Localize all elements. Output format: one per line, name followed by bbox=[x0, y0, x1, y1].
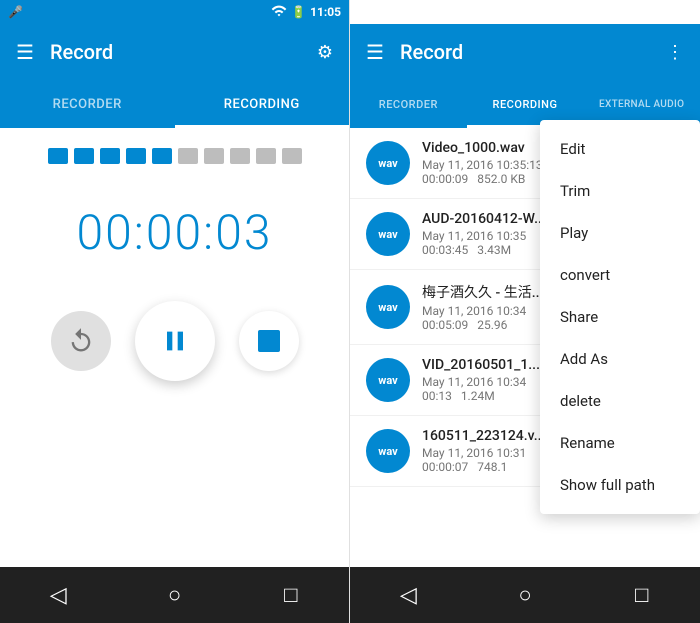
wav-badge-2: wav bbox=[366, 212, 410, 256]
wav-badge-4: wav bbox=[366, 358, 410, 402]
right-appbar: ☰ Record ⋮ bbox=[350, 24, 700, 80]
context-menu-item-1[interactable]: Trim bbox=[540, 170, 700, 212]
level-bar-6 bbox=[178, 148, 198, 164]
tab-recording-left[interactable]: RECORDING bbox=[175, 80, 350, 128]
level-bar-9 bbox=[256, 148, 276, 164]
battery-icon: 🔋 bbox=[291, 5, 306, 19]
right-menu-button[interactable]: ☰ bbox=[366, 40, 384, 64]
right-more-button[interactable]: ⋮ bbox=[666, 42, 684, 63]
context-menu-item-8[interactable]: Show full path bbox=[540, 464, 700, 506]
wav-badge-1: wav bbox=[366, 141, 410, 185]
context-menu-item-2[interactable]: Play bbox=[540, 212, 700, 254]
level-bar-5 bbox=[152, 148, 172, 164]
context-menu: EditTrimPlayconvertShareAdd AsdeleteRena… bbox=[540, 120, 700, 514]
context-menu-item-7[interactable]: Rename bbox=[540, 422, 700, 464]
stop-icon bbox=[258, 330, 280, 352]
recording-timer: 00:00:03 bbox=[77, 204, 273, 261]
level-bar-7 bbox=[204, 148, 224, 164]
left-panel: 🎤 🔋 11:05 ☰ Record ⚙ RECORDER RECORDING bbox=[0, 0, 350, 623]
left-appbar: ☰ Record ⚙ bbox=[0, 24, 349, 80]
level-bars bbox=[48, 148, 302, 164]
right-bottom-nav: ◁ ○ □ bbox=[350, 567, 700, 623]
reset-button[interactable] bbox=[51, 311, 111, 371]
wifi-icon bbox=[271, 5, 287, 20]
recorder-content: 00:00:03 bbox=[0, 128, 349, 551]
context-menu-item-6[interactable]: delete bbox=[540, 380, 700, 422]
left-time: 11:05 bbox=[310, 5, 341, 19]
level-bar-10 bbox=[282, 148, 302, 164]
left-status-left: 🎤 bbox=[8, 5, 23, 19]
stop-button[interactable] bbox=[239, 311, 299, 371]
home-button-left[interactable]: ○ bbox=[149, 570, 199, 620]
level-bar-3 bbox=[100, 148, 120, 164]
tab-recorder-right[interactable]: RECORDER bbox=[350, 80, 467, 128]
right-app-title: Record bbox=[400, 40, 666, 64]
left-tabs: RECORDER RECORDING bbox=[0, 80, 349, 128]
pause-button[interactable] bbox=[135, 301, 215, 381]
level-bar-4 bbox=[126, 148, 146, 164]
level-bar-1 bbox=[48, 148, 68, 164]
level-bar-2 bbox=[74, 148, 94, 164]
context-menu-item-4[interactable]: Share bbox=[540, 296, 700, 338]
left-menu-button[interactable]: ☰ bbox=[16, 40, 34, 64]
back-button-left[interactable]: ◁ bbox=[33, 570, 83, 620]
left-settings-button[interactable]: ⚙ bbox=[317, 42, 333, 63]
home-button-right[interactable]: ○ bbox=[500, 570, 550, 620]
wav-badge-3: wav bbox=[366, 285, 410, 329]
context-menu-item-0[interactable]: Edit bbox=[540, 128, 700, 170]
context-menu-item-5[interactable]: Add As bbox=[540, 338, 700, 380]
recent-button-right[interactable]: □ bbox=[617, 570, 667, 620]
wav-badge-5: wav bbox=[366, 429, 410, 473]
level-bar-8 bbox=[230, 148, 250, 164]
recording-controls bbox=[51, 301, 299, 381]
tab-recorder-left[interactable]: RECORDER bbox=[0, 80, 175, 128]
context-menu-item-3[interactable]: convert bbox=[540, 254, 700, 296]
back-button-right[interactable]: ◁ bbox=[383, 570, 433, 620]
right-panel: 🎤 ⊘ ⏰ ⚡ 10:35 ☰ Record ⋮ RECORDER RECORD… bbox=[350, 0, 700, 623]
left-app-title: Record bbox=[50, 40, 317, 64]
left-bottom-nav: ◁ ○ □ bbox=[0, 567, 349, 623]
left-status-right: 🔋 11:05 bbox=[271, 5, 341, 20]
left-status-bar: 🎤 🔋 11:05 bbox=[0, 0, 349, 24]
mic-icon: 🎤 bbox=[8, 5, 23, 19]
recent-button-left[interactable]: □ bbox=[266, 570, 316, 620]
